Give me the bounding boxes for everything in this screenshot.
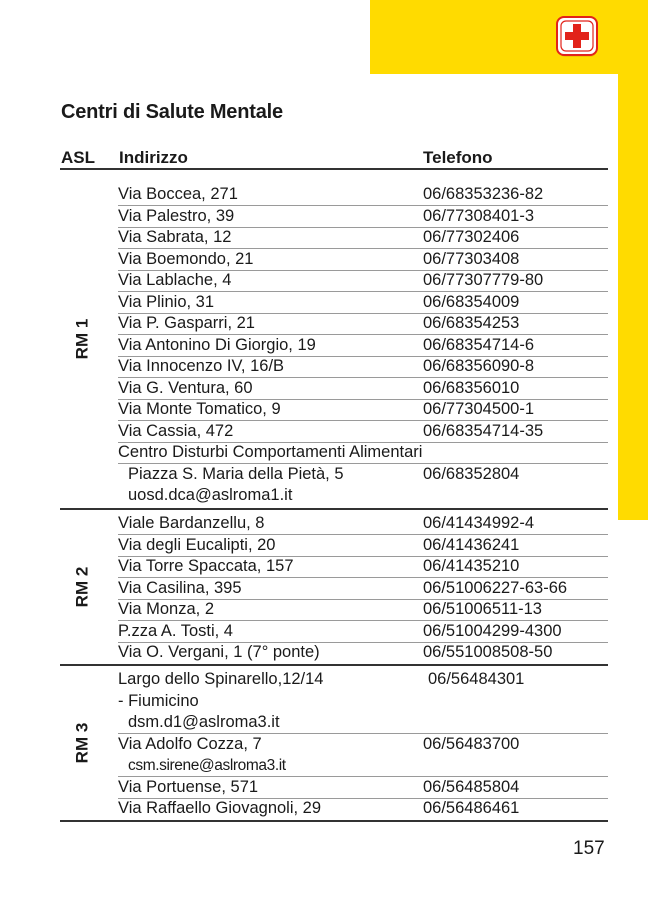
table-row: Piazza S. Maria della Pietà, 5 06/6835280… bbox=[128, 464, 520, 483]
email-link: dsm.d1@aslroma3.it bbox=[128, 713, 280, 731]
asl-group-label: RM 2 bbox=[72, 566, 91, 608]
table-row: uosd.dca@aslroma1.it bbox=[118, 485, 608, 506]
table-row: Largo dello Spinarello,12/14 06/56484301 bbox=[118, 670, 525, 688]
column-header-address: Indirizzo bbox=[119, 148, 188, 167]
table-row: csm.sirene@aslroma3.it bbox=[118, 755, 608, 777]
yellow-side-tab bbox=[618, 74, 648, 520]
table-row: Via degli Eucalipti, 20 06/41436241 bbox=[118, 535, 608, 557]
asl-group-rm1: RM 1 Via Boccea, 271 06/68353236-82 Via P… bbox=[60, 170, 608, 508]
email-link: uosd.dca@aslroma1.it bbox=[128, 486, 293, 504]
table-row: Via Adolfo Cozza, 7 06/56483700 bbox=[118, 734, 520, 753]
table-row: Via Raffaello Giovagnoli, 29 06/56486461 bbox=[118, 799, 520, 817]
first-aid-cross-icon bbox=[556, 16, 598, 57]
table-row: Via Boccea, 271 06/68353236-82 bbox=[118, 184, 608, 206]
page-title: Centri di Salute Mentale bbox=[61, 101, 283, 123]
table-row: Via Casilina, 395 06/51006227-63-66 bbox=[118, 578, 608, 600]
table-row: Via Palestro, 39 06/77308401-3 bbox=[118, 206, 608, 228]
table-bottom-rule bbox=[60, 820, 608, 822]
table-row: Via Portuense, 571 06/56485804 bbox=[118, 777, 608, 799]
table-row: Via Lablache, 4 06/77307779-80 bbox=[118, 270, 608, 292]
table-row: Via Innocenzo IV, 16/B 06/68356090-8 bbox=[118, 356, 608, 378]
yellow-header-band bbox=[370, 0, 648, 74]
table-row: Via Boemondo, 21 06/77303408 bbox=[118, 249, 608, 271]
asl-group-label: RM 3 bbox=[72, 722, 91, 764]
column-header-phone: Telefono bbox=[423, 148, 493, 167]
table-row: Via O. Vergani, 1 (7° ponte) 06/551008508… bbox=[118, 643, 553, 661]
table-row: Viale Bardanzellu, 8 06/41434992-4 bbox=[118, 513, 608, 535]
table-row: Via Cassia, 472 06/68354714-35 bbox=[118, 421, 608, 443]
table-row: dsm.d1@aslroma3.it bbox=[118, 712, 608, 734]
table-row: Via Torre Spaccata, 157 06/41435210 bbox=[118, 556, 608, 578]
table-row: - Fiumicino bbox=[118, 691, 199, 710]
table-row: Via P. Gasparri, 21 06/68354253 bbox=[118, 313, 608, 335]
asl-group-rm2: RM 2 Viale Bardanzellu, 8 06/41434992-4 V… bbox=[60, 510, 608, 664]
page-number: 157 bbox=[573, 838, 605, 859]
email-link: csm.sirene@aslroma3.it bbox=[128, 757, 286, 774]
asl-group-label: RM 1 bbox=[72, 318, 91, 360]
table-row: Centro Disturbi Comportamenti Alimentari bbox=[118, 442, 608, 464]
table-row: Via Antonino Di Giorgio, 19 06/68354714-6 bbox=[118, 335, 608, 357]
table-row: P.zza A. Tosti, 4 06/51004299-4300 bbox=[118, 621, 608, 643]
table-row: Via G. Ventura, 60 06/68356010 bbox=[118, 378, 608, 400]
table-row: Via Sabrata, 12 06/77302406 bbox=[118, 227, 608, 249]
table-row: Via Monza, 2 06/51006511-13 bbox=[118, 599, 608, 621]
asl-group-rm3: RM 3 Largo dello Spinarello,12/14 06/5648… bbox=[60, 666, 608, 820]
table-row: Via Monte Tomatico, 9 06/77304500-1 bbox=[118, 399, 608, 421]
table-row: Via Plinio, 31 06/68354009 bbox=[118, 292, 608, 314]
column-header-asl: ASL bbox=[61, 148, 95, 167]
